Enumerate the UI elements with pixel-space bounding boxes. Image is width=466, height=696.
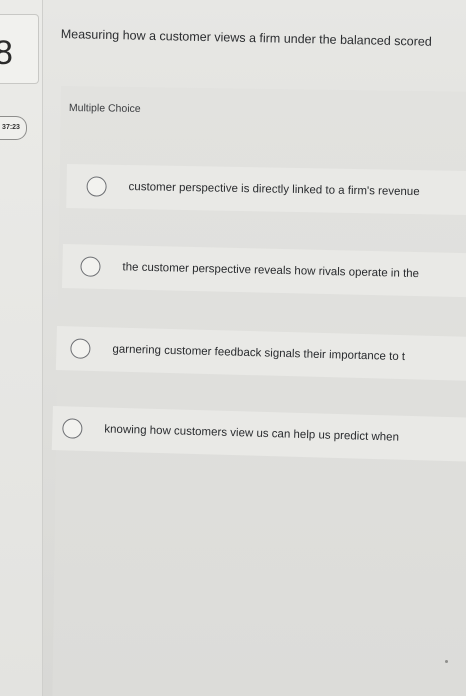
- quiz-page: 8 37:23 Measuring how a customer views a…: [0, 0, 466, 696]
- question-number-box[interactable]: 8: [0, 14, 39, 84]
- answer-option-label: the customer perspective reveals how riv…: [122, 261, 420, 281]
- answer-option-label: knowing how customers view us can help u…: [104, 423, 400, 444]
- question-nav-rail: 8 37:23: [0, 0, 43, 696]
- question-type-label: Multiple Choice: [68, 102, 141, 116]
- question-number: 8: [0, 34, 13, 72]
- radio-unselected-icon[interactable]: [62, 418, 83, 439]
- answer-option-label: garnering customer feedback signals thei…: [112, 343, 406, 364]
- screen-speck: [445, 660, 448, 663]
- radio-unselected-icon[interactable]: [80, 256, 101, 277]
- answer-option-label: customer perspective is directly linked …: [128, 181, 420, 199]
- question-text: Measuring how a customer views a firm un…: [60, 26, 432, 49]
- timer-badge: 37:23: [0, 116, 27, 140]
- radio-unselected-icon[interactable]: [70, 338, 91, 359]
- answer-option-1[interactable]: customer perspective is directly linked …: [66, 164, 466, 216]
- radio-unselected-icon[interactable]: [86, 176, 107, 197]
- question-content: Measuring how a customer views a firm un…: [43, 0, 466, 696]
